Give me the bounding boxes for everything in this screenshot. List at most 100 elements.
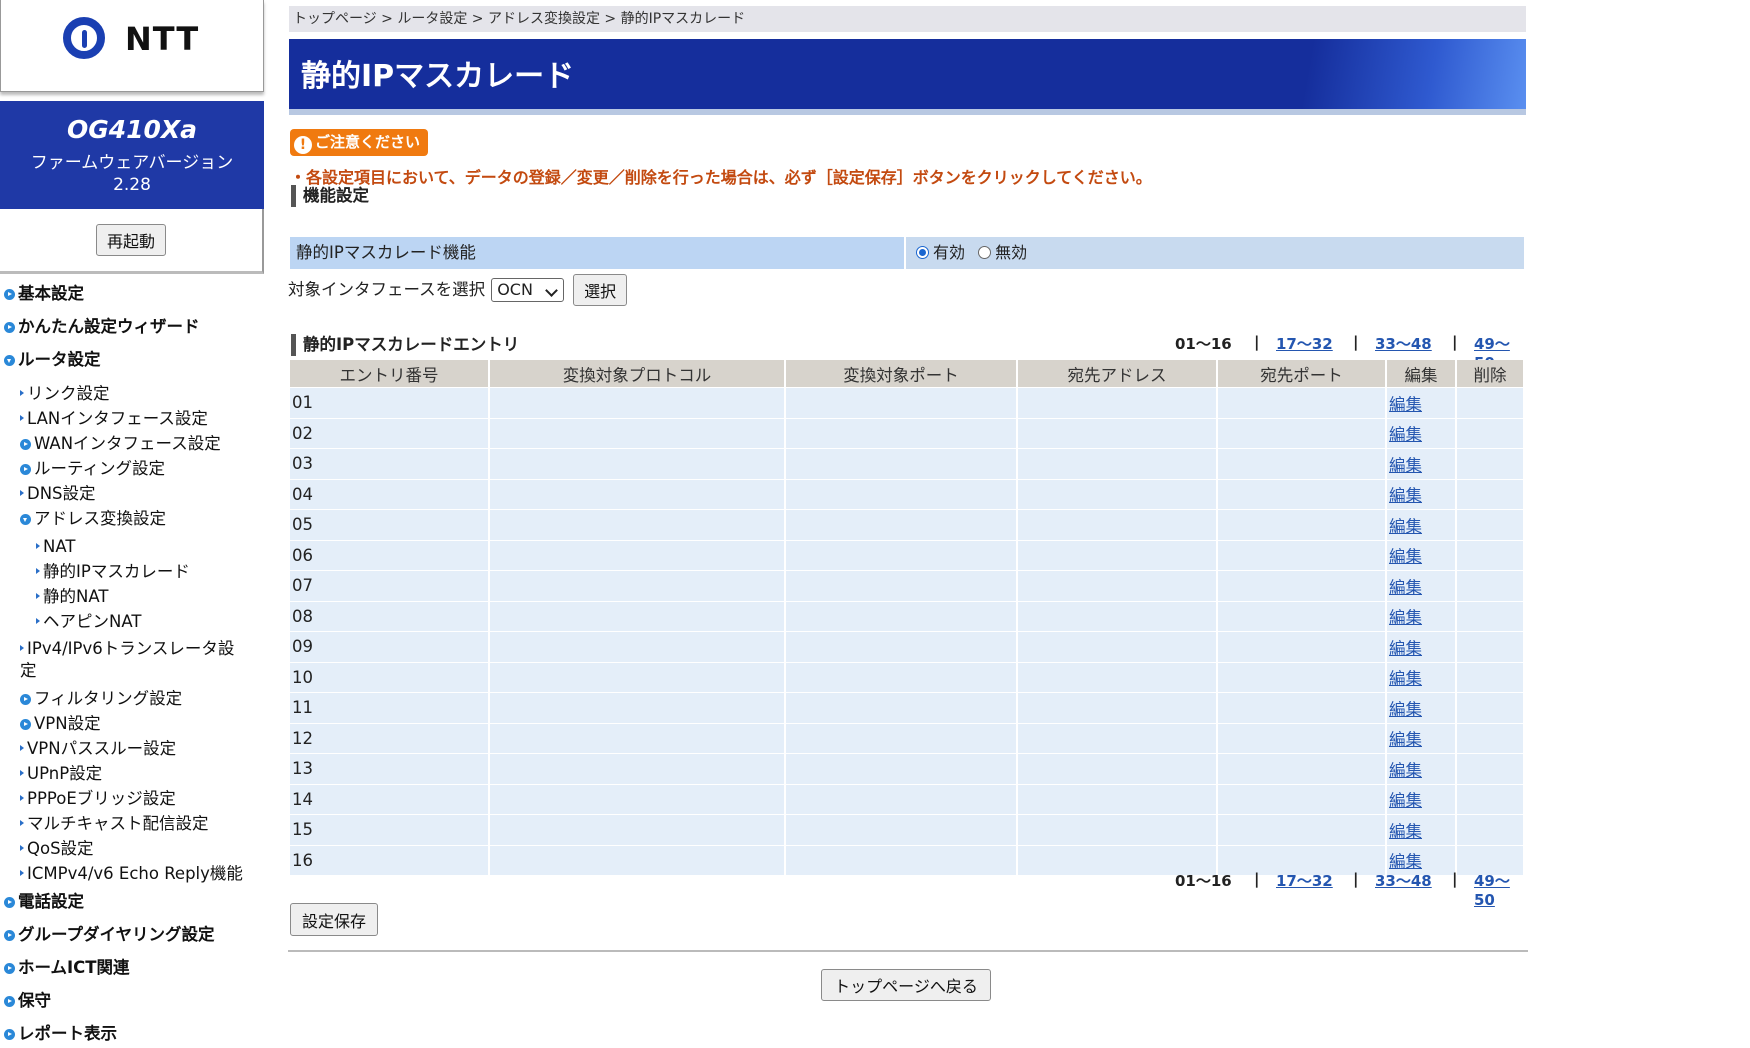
sidebar-item[interactable]: ホームICT関連 (4, 957, 130, 979)
table-cell (1017, 783, 1218, 815)
exclamation-icon: ! (294, 136, 312, 154)
sidebar-item[interactable]: 保守 (4, 990, 51, 1012)
pager-link-33-48[interactable]: 33～48 (1375, 870, 1432, 891)
table-cell (785, 631, 1018, 662)
sidebar-item[interactable]: IPv4/IPv6トランスレータ設定 (20, 638, 234, 682)
sidebar-item[interactable]: LANインタフェース設定 (20, 408, 208, 430)
pager-link-49-50[interactable]: 49～50 (1474, 870, 1510, 909)
sidebar-item[interactable]: NAT (36, 536, 75, 558)
sidebar-item-label: QoS設定 (27, 839, 94, 858)
sidebar-item[interactable]: ヘアピンNAT (36, 611, 141, 633)
model-name: OG410Xa (66, 115, 198, 144)
sidebar-item-label: WANインタフェース設定 (34, 434, 221, 453)
edit-link[interactable]: 編集 (1386, 631, 1457, 662)
sidebar-item-label: ルータ設定 (18, 350, 101, 369)
entry-number: 03 (290, 448, 490, 479)
function-setting-row: 静的IPマスカレード機能 有効 無効 (290, 237, 1524, 269)
circle-bullet-icon (20, 514, 31, 525)
disable-label[interactable]: 無効 (995, 243, 1027, 262)
sidebar-item-label: IPv4/IPv6トランスレータ設 (27, 639, 235, 658)
edit-link[interactable]: 編集 (1386, 753, 1457, 784)
back-to-top-button[interactable]: トップページへ戻る (821, 969, 991, 1001)
sidebar-item[interactable]: 電話設定 (4, 891, 84, 913)
table-cell (1017, 692, 1218, 723)
pager-link-33-48[interactable]: 33～48 (1375, 333, 1432, 354)
sidebar-item[interactable]: ルーティング設定 (20, 458, 165, 480)
edit-link[interactable]: 編集 (1386, 661, 1457, 693)
table-cell (1456, 814, 1525, 845)
table-cell (1217, 661, 1387, 693)
table-cell (1017, 448, 1218, 479)
firmware-label: ファームウェアバージョン (30, 153, 234, 173)
sidebar-item[interactable]: VPN設定 (20, 713, 101, 735)
sidebar-item[interactable]: マルチキャスト配信設定 (20, 813, 209, 835)
chevron-down-icon (545, 284, 559, 297)
triangle-bullet-icon (20, 745, 24, 751)
sidebar-item[interactable]: WANインタフェース設定 (20, 433, 221, 455)
edit-link[interactable]: 編集 (1386, 448, 1457, 479)
enable-radio[interactable] (916, 246, 929, 259)
sidebar-item[interactable]: ルータ設定 (4, 349, 101, 371)
pager-link-17-32[interactable]: 17～32 (1276, 870, 1333, 891)
edit-link[interactable]: 編集 (1386, 570, 1457, 601)
table-cell (1017, 478, 1218, 510)
triangle-bullet-icon (20, 645, 24, 651)
table-cell (489, 387, 786, 418)
entry-number: 02 (290, 417, 490, 449)
table-cell (1456, 661, 1525, 693)
save-settings-button[interactable]: 設定保存 (290, 903, 378, 936)
sidebar-item[interactable]: 静的NAT (36, 586, 108, 608)
table-cell (489, 631, 786, 662)
sidebar-item[interactable]: 基本設定 (4, 283, 84, 305)
edit-link[interactable]: 編集 (1386, 783, 1457, 815)
enable-label[interactable]: 有効 (933, 243, 965, 262)
sidebar-item-label: NAT (43, 537, 76, 556)
table-row: 01 編集 (290, 387, 1525, 418)
table-cell (1456, 478, 1525, 510)
restart-button[interactable]: 再起動 (96, 224, 166, 256)
sidebar-item-label: VPN設定 (34, 714, 101, 733)
sidebar-item[interactable]: かんたん設定ウィザード (4, 316, 200, 338)
select-button[interactable]: 選択 (573, 274, 628, 306)
sidebar-item[interactable]: VPNパススルー設定 (20, 738, 176, 760)
sidebar-item[interactable]: ICMPv4/v6 Echo Reply機能 (20, 863, 243, 885)
edit-link[interactable]: 編集 (1386, 722, 1457, 754)
circle-bullet-icon (4, 897, 15, 908)
edit-link[interactable]: 編集 (1386, 387, 1457, 418)
circle-bullet-icon (20, 464, 31, 475)
table-cell (1456, 753, 1525, 784)
sidebar-item[interactable]: グループダイヤリング設定 (4, 924, 215, 946)
circle-bullet-icon (4, 355, 15, 366)
table-row: 13 編集 (290, 753, 1525, 784)
table-cell (489, 722, 786, 754)
pager-link-17-32[interactable]: 17～32 (1276, 333, 1333, 354)
table-cell (1217, 600, 1387, 632)
sidebar-item[interactable]: リンク設定 (20, 383, 110, 405)
sidebar-item[interactable]: PPPoEブリッジ設定 (20, 788, 176, 810)
edit-link[interactable]: 編集 (1386, 600, 1457, 632)
column-header: 宛先ポート (1217, 360, 1387, 388)
pager-bottom: 01～16 | 17～32 | 33～48 | 49～50 (1150, 870, 1510, 909)
firmware-version: 2.28 (113, 175, 151, 195)
disable-radio[interactable] (978, 246, 992, 259)
sidebar-item[interactable]: アドレス変換設定 (20, 508, 166, 530)
edit-link[interactable]: 編集 (1386, 509, 1457, 540)
sidebar-item[interactable]: フィルタリング設定 (20, 688, 182, 710)
edit-link[interactable]: 編集 (1386, 478, 1457, 510)
entry-number: 12 (290, 722, 490, 754)
interface-select[interactable]: OCN (491, 278, 565, 302)
table-row: 03 編集 (290, 448, 1525, 479)
table-header-row: エントリ番号 変換対象プロトコル 変換対象ポート 宛先アドレス 宛先ポート 編集… (290, 360, 1525, 388)
sidebar-item[interactable]: UPnP設定 (20, 763, 102, 785)
edit-link[interactable]: 編集 (1386, 814, 1457, 845)
edit-link[interactable]: 編集 (1386, 692, 1457, 723)
sidebar-item[interactable]: レポート表示 (4, 1023, 117, 1045)
table-cell (785, 722, 1018, 754)
sidebar-item[interactable]: 静的IPマスカレード (36, 561, 190, 583)
triangle-bullet-icon (20, 845, 24, 851)
sidebar-item[interactable]: DNS設定 (20, 483, 96, 505)
sidebar-item[interactable]: QoS設定 (20, 838, 94, 860)
edit-link[interactable]: 編集 (1386, 417, 1457, 449)
edit-link[interactable]: 編集 (1386, 539, 1457, 571)
table-row: 09 編集 (290, 631, 1525, 662)
